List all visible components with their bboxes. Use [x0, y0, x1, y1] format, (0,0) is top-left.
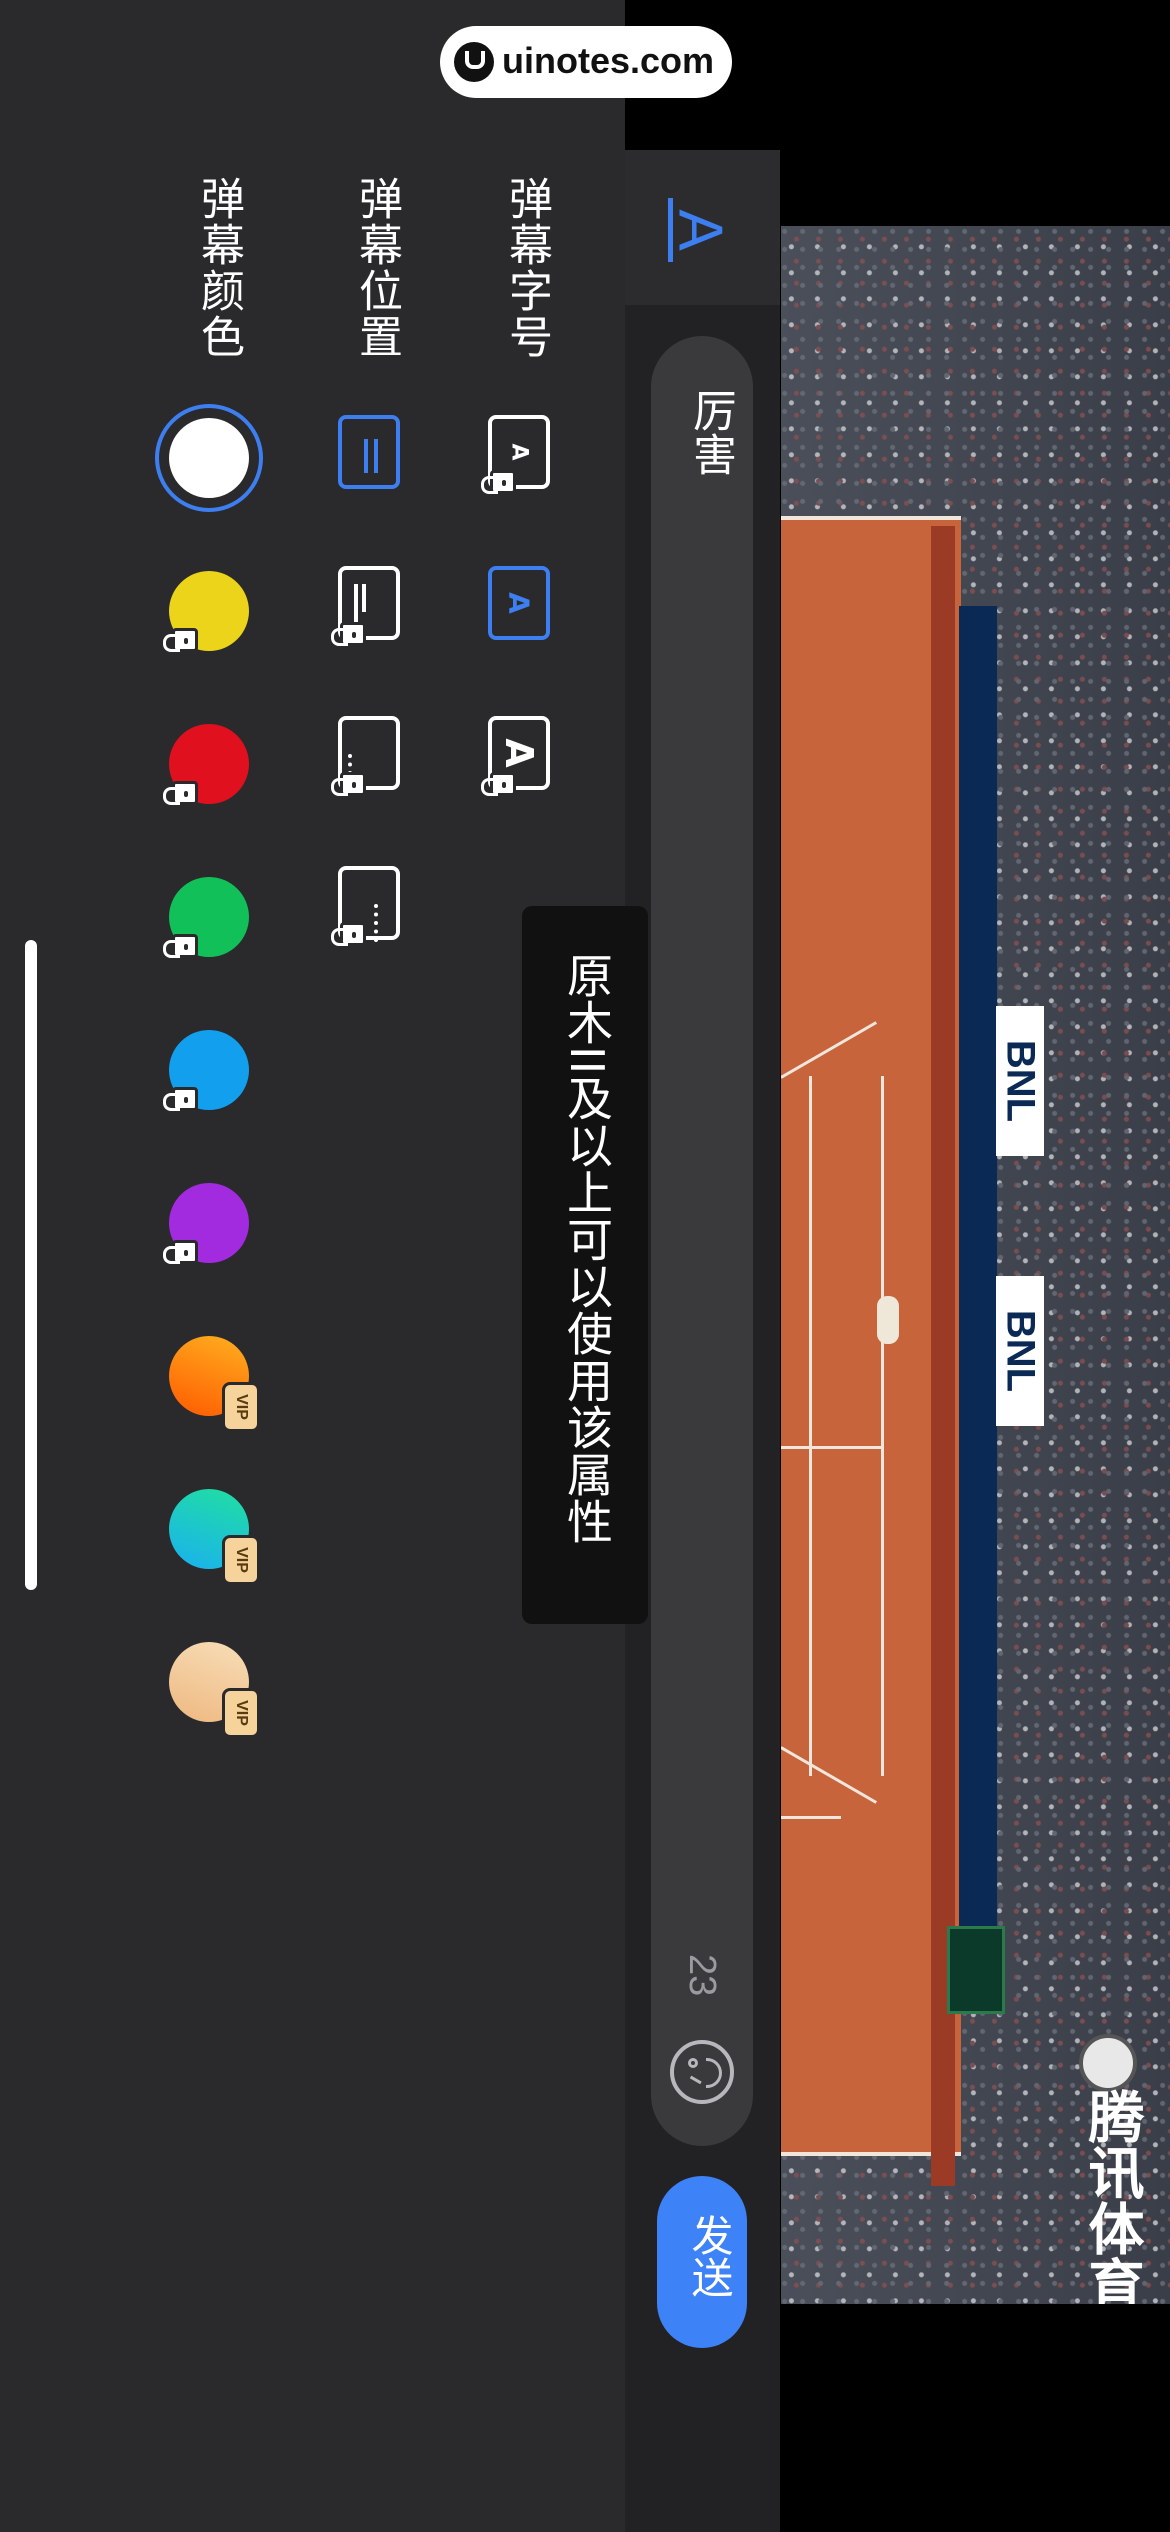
court-clock — [947, 1926, 1005, 2014]
lock-icon — [331, 772, 366, 796]
lock-icon — [163, 934, 198, 958]
lock-icon — [163, 781, 198, 805]
row-label-font-size: 弹幕字号 — [501, 176, 552, 360]
lock-icon — [481, 470, 516, 494]
position-line-icon — [354, 584, 358, 624]
font-tab-icon: A — [665, 209, 735, 251]
color-white-swatch[interactable] — [169, 418, 249, 498]
danmaku-input[interactable] — [651, 336, 753, 2146]
vip-badge: VIP — [222, 1688, 260, 1738]
send-label: 发送 — [685, 2214, 734, 2298]
tab-underline — [668, 198, 673, 262]
position-line-icon — [362, 584, 366, 612]
video-player[interactable]: BNL BNL 腾讯体育 直播 — [781, 226, 1170, 2304]
player-figure — [877, 1296, 899, 1344]
vip-badge: VIP — [222, 1382, 260, 1432]
watermark-badge: uinotes.com — [440, 26, 732, 98]
danmaku-input-value: 厉害 — [685, 388, 736, 476]
uinotes-logo-icon — [454, 42, 494, 82]
lock-icon — [163, 628, 198, 652]
lock-icon — [481, 772, 516, 796]
sponsor-logo: BNL — [996, 1276, 1044, 1426]
tennis-ball-icon — [1079, 2034, 1137, 2092]
font-style-tab[interactable]: A — [660, 190, 740, 270]
lock-icon — [331, 622, 366, 646]
font-size-medium-option[interactable]: A — [488, 566, 550, 640]
scrollbar[interactable] — [25, 940, 37, 1590]
watermark-text: uinotes.com — [502, 40, 715, 81]
position-line-icon — [364, 439, 368, 473]
lock-icon — [331, 922, 366, 946]
sponsor-logo: BNL — [996, 1006, 1044, 1156]
permission-tooltip: 原木II及以上可以使用该属性 — [522, 906, 648, 1624]
vip-badge: VIP — [222, 1535, 260, 1585]
position-line-icon — [374, 439, 378, 473]
broadcaster-name: 腾讯体育 — [1079, 2088, 1144, 2304]
position-top-option[interactable] — [338, 415, 400, 489]
row-label-position: 弹幕位置 — [351, 176, 402, 360]
lock-icon — [163, 1087, 198, 1111]
tooltip-text: 原木II及以上可以使用该属性 — [560, 952, 614, 1546]
emoji-icon[interactable] — [670, 2040, 734, 2104]
sponsor-board — [959, 606, 997, 1956]
position-dotted-icon — [374, 904, 378, 942]
send-button[interactable]: 发送 — [657, 2176, 747, 2348]
row-label-color: 弹幕颜色 — [193, 176, 244, 360]
char-count: 23 — [681, 1954, 723, 1997]
lock-icon — [163, 1240, 198, 1264]
